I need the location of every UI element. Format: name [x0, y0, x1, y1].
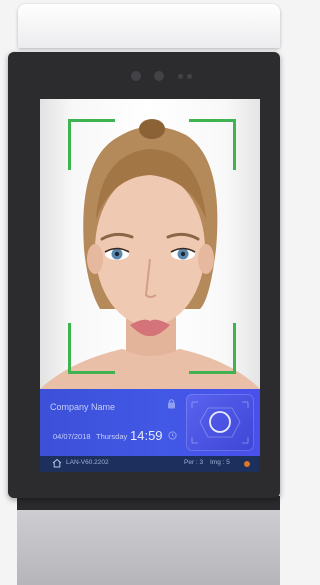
camera-lens-right	[154, 71, 164, 81]
camera-preview	[40, 99, 260, 389]
time-text: 14:59	[130, 428, 163, 443]
device-stand-plate	[17, 496, 280, 510]
lock-icon	[168, 399, 175, 409]
weekday-text: Thursday	[96, 432, 128, 441]
clock-icon	[168, 431, 177, 440]
camera-lens-left	[131, 71, 141, 81]
device-screen: Company Name 04/07/2018 Thursday 14:59 L…	[40, 99, 260, 472]
info-panel: Company Name 04/07/2018 Thursday 14:59	[40, 389, 260, 456]
face-frame-corner-bottom-right	[189, 323, 236, 374]
home-icon[interactable]	[52, 458, 62, 468]
date-text: 04/07/2018	[53, 432, 91, 441]
company-name: Company Name	[50, 402, 116, 412]
status-bar: LAN-V60.2202 Per : 3 Img : 5	[40, 456, 260, 472]
face-frame-corner-top-left	[68, 119, 115, 170]
face-frame-corner-bottom-left	[68, 323, 115, 374]
status-indicator-dot	[244, 461, 250, 467]
device-top-cap	[18, 4, 280, 48]
person-count: Per : 3	[184, 459, 204, 466]
sensor-dot-2	[187, 74, 192, 79]
face-scan-button[interactable]	[186, 394, 254, 451]
firmware-version: LAN-V60.2202	[66, 459, 109, 466]
image-count: Img : 5	[210, 459, 230, 466]
face-frame-corner-top-right	[189, 119, 236, 170]
sensor-dot-1	[178, 74, 183, 79]
scan-target-icon	[191, 401, 249, 444]
